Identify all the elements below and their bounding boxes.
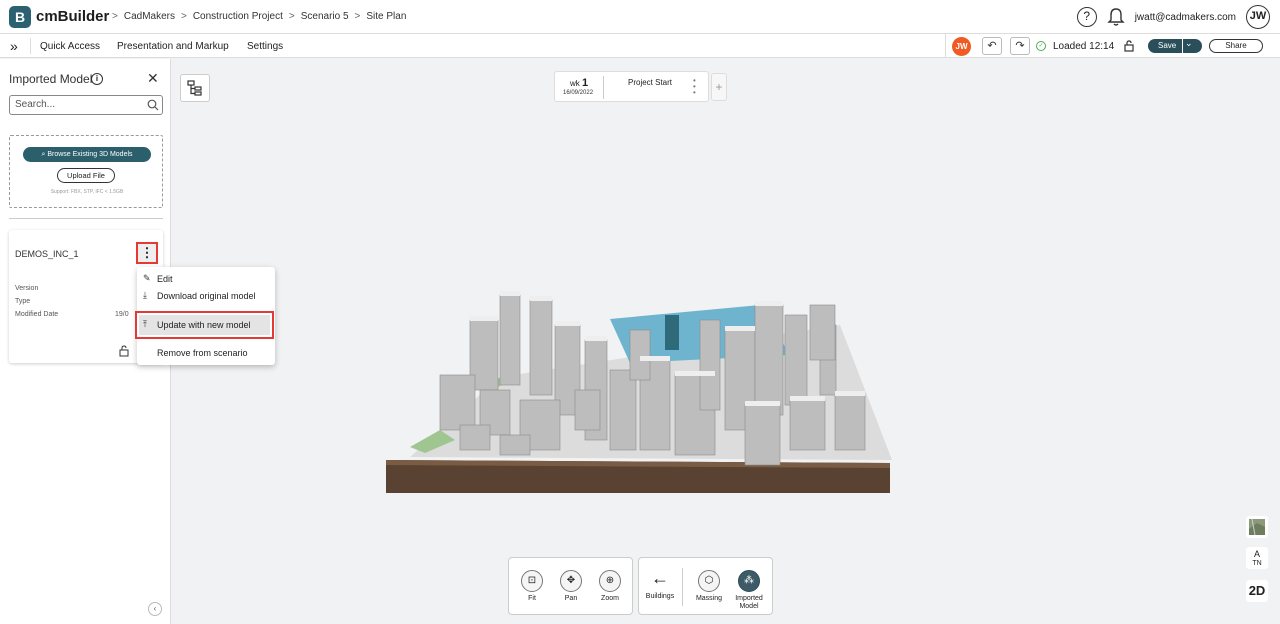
expand-panel-icon[interactable]: » [10,38,18,54]
user-avatar[interactable]: JW [1246,5,1270,29]
user-email[interactable]: jwatt@cadmakers.com [1135,12,1236,23]
collaborator-avatar[interactable]: JW [952,37,971,56]
massing-icon: ⬡ [698,570,720,592]
hierarchy-tree-icon[interactable] [180,74,210,102]
upload-dropzone[interactable]: ⌕ Browse Existing 3D Models Upload File … [9,135,163,208]
massing-tool[interactable]: ⬡ Massing [689,570,729,603]
breadcrumb-item-scenario[interactable]: Scenario 5 [301,11,349,22]
menu-item-remove[interactable]: Remove from scenario [157,348,248,358]
add-phase-button[interactable]: + [711,73,727,101]
timeline-date: 16/09/2022 [563,90,594,96]
timeline-widget[interactable]: wk 1 16/09/2022 Project Start • • • [554,71,709,102]
imported-model-label: Imported Model [735,595,763,610]
undo-button[interactable]: ↶ [982,37,1002,55]
north-arrow-glyph: A [1253,549,1260,559]
divider [1182,39,1183,53]
close-icon[interactable]: ✕ [147,70,159,87]
panel-title: Imported Model [9,72,93,86]
true-north-icon[interactable]: A TN [1246,547,1268,569]
notification-bell-icon[interactable] [1107,7,1125,27]
upload-icon: ⤒ [143,319,147,329]
pan-icon: ✥ [560,570,582,592]
save-options-chevron-icon[interactable]: ⌄ [1185,38,1193,49]
help-icon[interactable]: ? [1076,7,1097,27]
imported-model-tool[interactable]: ⁂ Imported Model [729,570,769,611]
fit-icon: ⊡ [521,570,543,592]
unlock-icon[interactable] [119,345,129,359]
layer-toolbar: ← Buildings ⬡ Massing ⁂ Imported Model [638,557,773,615]
true-north-label: TN [1252,560,1262,567]
more-options-icon[interactable]: ⋮ [136,242,158,264]
modified-date-value: 19/0 [115,311,129,318]
divider [682,568,683,606]
breadcrumb-separator: > [354,11,361,22]
app-name[interactable]: cmBuilder [36,8,109,25]
top-bar: B cmBuilder > CadMakers > Construction P… [0,0,1280,34]
pan-tool[interactable]: ✥ Pan [551,570,591,603]
breadcrumb: > CadMakers > Construction Project > Sce… [112,11,406,22]
model-name: DEMOS_INC_1 [15,249,79,259]
massing-label: Massing [695,595,723,602]
modified-date-label: Modified Date [15,311,59,318]
menu-quick-access[interactable]: Quick Access [40,41,100,52]
fit-tool[interactable]: ⊡ Fit [512,570,552,603]
edit-icon: ✎ [143,273,151,283]
breadcrumb-separator: > [112,11,118,22]
zoom-icon: ⊕ [599,570,621,592]
divider [30,38,31,54]
collapse-panel-button[interactable]: ‹ [148,602,162,616]
menu-item-download[interactable]: Download original model [157,291,256,301]
buildings-tool[interactable]: ← Buildings [640,568,680,601]
pan-label: Pan [564,595,578,602]
imported-model-icon: ⁂ [738,570,760,592]
app-logo[interactable]: B [9,6,31,28]
info-icon[interactable]: i [91,73,103,85]
search-icon[interactable] [147,98,159,111]
back-arrow-icon: ← [651,568,669,588]
divider [603,76,604,99]
breadcrumb-separator: > [288,11,295,22]
download-icon: ⤓ [143,290,147,300]
menu-bar: » Quick Access Presentation and Markup S… [0,34,1280,58]
divider [945,34,946,58]
buildings-label: Buildings [645,593,675,600]
menu-item-update-model[interactable]: Update with new model [157,320,251,330]
upload-file-button[interactable]: Upload File [57,168,115,183]
fit-label: Fit [528,595,536,602]
menu-presentation-markup[interactable]: Presentation and Markup [117,41,229,52]
save-button[interactable]: Save [1148,39,1202,53]
breadcrumb-item-company[interactable]: CadMakers [124,11,175,22]
view-2d-toggle[interactable]: 2D [1246,580,1268,602]
save-status: Loaded 12:14 [1053,41,1115,52]
unlock-icon[interactable] [1122,39,1136,53]
menu-item-edit[interactable]: Edit [157,274,173,284]
week-label: wk [570,79,580,88]
week-number: 1 [582,77,589,89]
browse-models-button[interactable]: ⌕ Browse Existing 3D Models [23,147,151,162]
satellite-view-icon[interactable] [1246,516,1268,538]
browse-models-label: Browse Existing 3D Models [47,151,133,158]
header-actions: ? jwatt@cadmakers.com JW [1076,5,1270,29]
zoom-label: Zoom [601,595,619,602]
redo-button[interactable]: ↷ [1010,37,1030,55]
version-label: Version [15,285,39,292]
check-circle-icon: ✓ [1036,41,1046,51]
zoom-tool[interactable]: ⊕ Zoom [590,570,630,603]
week-indicator: wk 1 [570,77,588,89]
divider [9,218,163,219]
breadcrumb-item-project[interactable]: Construction Project [193,11,283,22]
share-button[interactable]: Share [1209,39,1263,53]
breadcrumb-item-site-plan: Site Plan [366,11,407,22]
breadcrumb-separator: > [180,11,187,22]
3d-city-model-viewport[interactable] [380,285,900,500]
type-label: Type [15,298,31,305]
menu-settings[interactable]: Settings [247,41,283,52]
model-context-menu: ✎ Edit ⤓ Download original model ⤒ Updat… [135,267,275,365]
navigation-toolbar: ⊡ Fit ✥ Pan ⊕ Zoom [508,557,633,615]
search-input[interactable]: Search... [9,95,163,115]
upload-support-note: Support: FBX, STP, IFC < 1.5GB [50,189,124,195]
phase-label: Project Start [628,78,673,87]
more-options-icon[interactable]: • • • [693,77,696,97]
